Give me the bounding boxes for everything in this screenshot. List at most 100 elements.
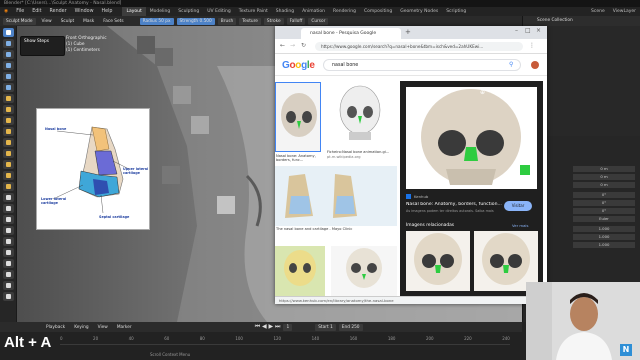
sculpt-tool-icon[interactable] <box>2 270 14 279</box>
mode-selector[interactable]: Sculpt Mode <box>3 17 36 25</box>
sculpt-tool-icon[interactable] <box>2 127 14 136</box>
avatar[interactable] <box>531 61 539 69</box>
viewport-info-menu[interactable]: Show Steps <box>20 36 65 56</box>
minimize-icon[interactable]: – <box>515 27 518 34</box>
workspace-tab[interactable]: Shading <box>272 7 298 16</box>
brush-menu[interactable]: Brush <box>217 17 237 25</box>
menu-window[interactable]: Window <box>71 7 98 16</box>
workspace-tab[interactable]: Geometry Nodes <box>396 7 442 16</box>
sculpt-tool-icon[interactable] <box>2 215 14 224</box>
start-frame-field[interactable]: Start 1 <box>315 323 336 331</box>
transform-field[interactable]: 1.000 <box>573 226 635 232</box>
transform-field[interactable]: 1.000 <box>573 234 635 240</box>
result-caption[interactable]: Nasal bone: Anatomy, borders, func... <box>276 154 322 163</box>
close-icon[interactable]: × <box>536 27 541 34</box>
falloff-menu[interactable]: Falloff <box>286 17 306 25</box>
view-menu[interactable]: View <box>95 324 111 331</box>
transform-field[interactable]: 0 m <box>573 174 635 180</box>
sculpt-tool-icon[interactable] <box>2 28 14 37</box>
stroke-menu[interactable]: Stroke <box>263 17 284 25</box>
workspace-tab[interactable]: Sculpting <box>174 7 203 16</box>
blender-logo-icon[interactable]: ◉ <box>0 7 12 16</box>
preview-image[interactable] <box>406 87 537 189</box>
sculpt-tool-icon[interactable] <box>2 237 14 246</box>
transform-field[interactable]: 0 m <box>573 182 635 188</box>
outliner-header[interactable]: Scene Collection <box>523 16 640 26</box>
current-frame-field[interactable]: 1 <box>283 323 293 331</box>
marker-menu[interactable]: Marker <box>114 324 135 331</box>
result-thumb-skull[interactable] <box>275 82 321 152</box>
search-input[interactable]: nasal bone <box>323 59 521 71</box>
sculpt-tool-icon[interactable] <box>2 160 14 169</box>
view-layer-selector[interactable]: ViewLayer <box>609 7 640 16</box>
menu-help[interactable]: Help <box>98 7 117 16</box>
keying-menu[interactable]: Keying <box>71 324 91 331</box>
rotation-mode[interactable]: Euler <box>573 216 635 222</box>
menu-view[interactable]: View <box>39 18 55 25</box>
sculpt-tool-icon[interactable] <box>2 138 14 147</box>
result-caption[interactable]: The nasal bone and cartilage - Mayo Clin… <box>276 227 398 232</box>
transform-field[interactable]: 0° <box>573 208 635 214</box>
result-thumb-skull-3[interactable] <box>331 246 397 296</box>
browser-tab[interactable]: nasal bone - Pesquisa Google <box>301 28 401 39</box>
playback-controls-icon[interactable]: ⏮ ◀ ▶ ⏭ <box>255 323 281 331</box>
menu-file[interactable]: File <box>12 7 28 16</box>
transform-field[interactable]: 0 m <box>573 166 635 172</box>
sculpt-tool-icon[interactable] <box>2 193 14 202</box>
result-thumb-skull-2[interactable] <box>275 246 325 296</box>
sculpt-tool-icon[interactable] <box>2 61 14 70</box>
sculpt-tool-icon[interactable] <box>2 116 14 125</box>
workspace-tab[interactable]: Rendering <box>329 7 360 16</box>
workspace-tab[interactable]: Modeling <box>146 7 174 16</box>
scene-selector[interactable]: Scene <box>587 7 609 16</box>
forward-icon[interactable]: → <box>290 42 295 49</box>
sculpt-tool-icon[interactable] <box>2 281 14 290</box>
menu-mask[interactable]: Mask <box>80 18 97 25</box>
transform-field[interactable]: 1.000 <box>573 242 635 248</box>
workspace-tab[interactable]: Texture Paint <box>235 7 272 16</box>
share-icon[interactable]: ⊕ <box>480 89 485 96</box>
workspace-tab[interactable]: Scripting <box>442 7 470 16</box>
cursor-menu[interactable]: Cursor <box>308 17 329 25</box>
workspace-tab[interactable]: Compositing <box>360 7 396 16</box>
sculpt-tool-icon[interactable] <box>2 292 14 301</box>
sculpt-tool-icon[interactable] <box>2 83 14 92</box>
result-thumb-mayo[interactable] <box>275 166 397 226</box>
sculpt-tool-icon[interactable] <box>2 50 14 59</box>
preview-close-icon[interactable]: × <box>526 89 531 96</box>
visit-button[interactable]: Visitar <box>504 201 532 211</box>
strength-field[interactable]: Strength 0.500 <box>176 17 215 25</box>
menu-face-sets[interactable]: Face Sets <box>100 18 126 25</box>
maximize-icon[interactable]: □ <box>525 27 531 34</box>
sculpt-tool-icon[interactable] <box>2 105 14 114</box>
timeline-track[interactable] <box>60 344 510 345</box>
workspace-tab[interactable]: Animation <box>298 7 329 16</box>
sculpt-tool-icon[interactable] <box>2 226 14 235</box>
result-thumb-wiki[interactable] <box>325 82 395 148</box>
texture-menu[interactable]: Texture <box>239 17 261 25</box>
url-field[interactable]: https://www.google.com/search?q=nasal+bo… <box>315 42 523 51</box>
see-more-link[interactable]: Ver mais <box>512 223 528 228</box>
menu-sculpt[interactable]: Sculpt <box>58 18 77 25</box>
search-icon[interactable]: ⚲ <box>509 61 513 68</box>
sculpt-tool-icon[interactable] <box>2 72 14 81</box>
new-tab-icon[interactable]: + <box>405 28 411 36</box>
menu-edit[interactable]: Edit <box>28 7 45 16</box>
sculpt-tool-icon[interactable] <box>2 39 14 48</box>
sculpt-tool-icon[interactable] <box>2 259 14 268</box>
back-icon[interactable]: ← <box>280 42 285 49</box>
reload-icon[interactable]: ↻ <box>301 42 306 49</box>
preview-title[interactable]: Nasal bone: Anatomy, borders, function..… <box>406 202 504 207</box>
playback-menu[interactable]: Playback <box>43 324 68 331</box>
sculpt-tool-icon[interactable] <box>2 204 14 213</box>
sculpt-tool-icon[interactable] <box>2 171 14 180</box>
sculpt-tool-icon[interactable] <box>2 149 14 158</box>
radius-field[interactable]: Radius 50 px <box>139 17 174 25</box>
sculpt-tool-icon[interactable] <box>2 94 14 103</box>
transform-field[interactable]: 0° <box>573 200 635 206</box>
end-frame-field[interactable]: End 250 <box>338 323 363 331</box>
sculpt-tool-icon[interactable] <box>2 182 14 191</box>
workspace-tab[interactable]: UV Editing <box>203 7 234 16</box>
menu-render[interactable]: Render <box>46 7 71 16</box>
sculpt-tool-icon[interactable] <box>2 248 14 257</box>
